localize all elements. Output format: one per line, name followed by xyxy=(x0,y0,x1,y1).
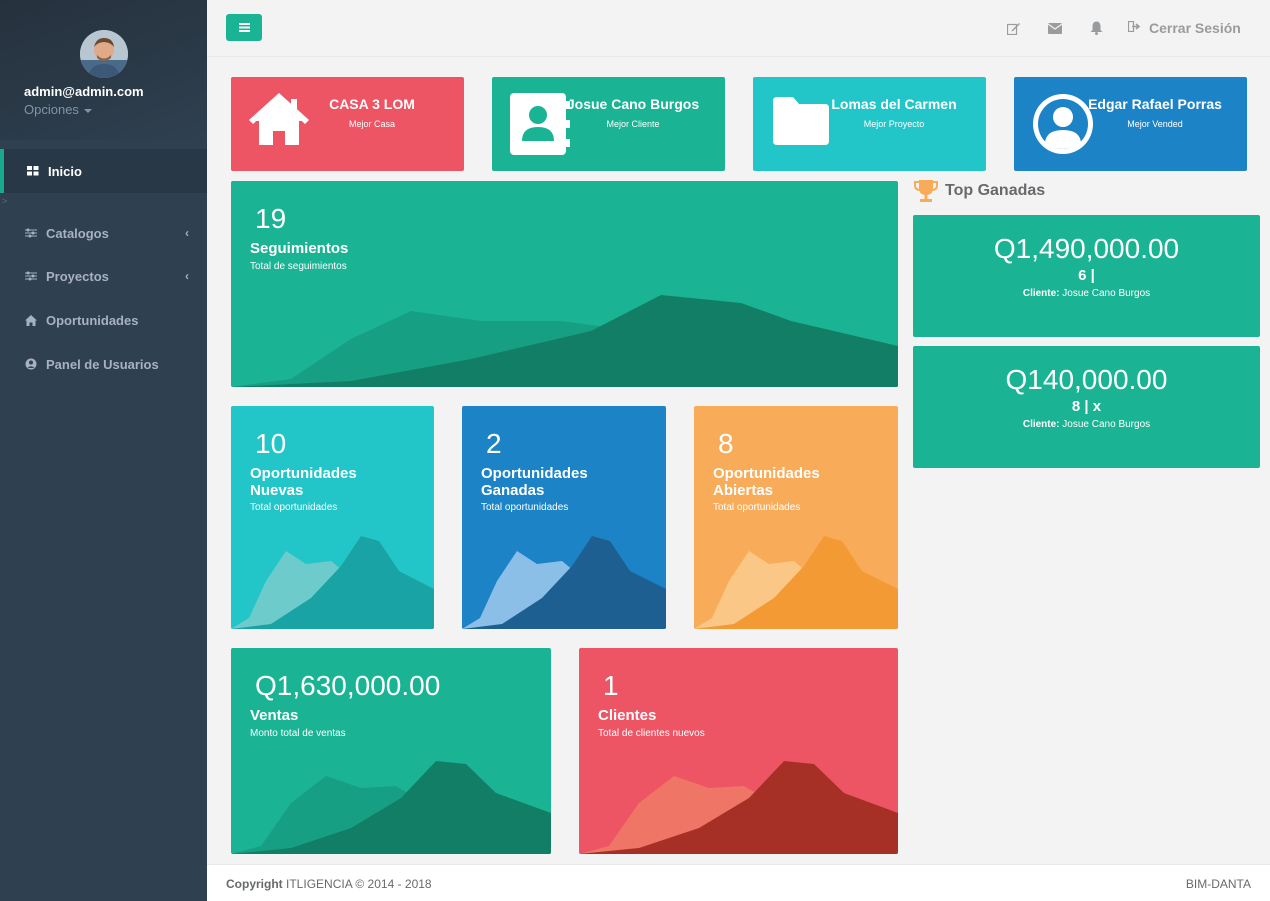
card-mejor-cliente[interactable]: Josue Cano Burgos Mejor Cliente xyxy=(492,77,725,171)
sidebar-item-label: Panel de Usuarios xyxy=(46,356,159,372)
footer-brand: BIM-DANTA xyxy=(1185,877,1251,891)
sidebar-item-catalogos[interactable]: Catalogos ‹ xyxy=(0,211,207,255)
home-icon xyxy=(24,313,38,327)
sidebar-item-label: Proyectos xyxy=(46,268,109,284)
menu-toggle-button[interactable] xyxy=(226,14,262,41)
widget-oportunidades-nuevas[interactable]: 10 Oportunidades Nuevas Total oportunidad… xyxy=(231,406,434,629)
sliders-icon xyxy=(24,269,38,283)
mountain-graphic xyxy=(694,536,898,629)
sidebar: admin@admin.com Opciones Inicio > Catalo… xyxy=(0,0,207,901)
top-ganadas-amount: Q140,000.00 xyxy=(1005,364,1168,395)
card-mejor-casa[interactable]: CASA 3 LOM Mejor Casa xyxy=(231,77,464,171)
copyright-label: Copyright xyxy=(226,877,283,891)
mountain-graphic xyxy=(579,761,898,854)
card-title: CASA 3 LOM xyxy=(329,96,415,112)
widget-clientes[interactable]: 1 Clientes Total de clientes nuevos xyxy=(579,648,898,854)
top-ganadas-client: Cliente: Josue Cano Burgos xyxy=(913,419,1260,430)
chevron-left-icon: ‹ xyxy=(185,269,189,283)
edit-icon[interactable] xyxy=(1006,20,1022,36)
footer-copyright: Copyright ITLIGENCIA © 2014 - 2018 xyxy=(226,877,432,891)
th-large-icon xyxy=(26,164,40,178)
sidebar-item-oportunidades[interactable]: Oportunidades xyxy=(0,298,207,342)
home-icon xyxy=(249,93,309,155)
caret-down-icon xyxy=(83,108,92,113)
profile-options-dropdown[interactable]: Opciones xyxy=(24,102,92,117)
sidebar-item-panel-usuarios[interactable]: Panel de Usuarios xyxy=(0,342,207,386)
folder-icon xyxy=(771,93,831,155)
user-circle-icon xyxy=(24,357,38,371)
card-subtitle: Mejor Cliente xyxy=(606,119,660,129)
top-ganadas-item[interactable]: Q1,490,000.00 6 | Cliente: Josue Cano Bu… xyxy=(913,215,1260,337)
widget-ventas[interactable]: Q1,630,000.00 Ventas Monto total de vent… xyxy=(231,648,551,854)
card-subtitle: Mejor Proyecto xyxy=(863,119,925,129)
widget-oportunidades-abiertas[interactable]: 8 Oportunidades Abiertas Total oportunida… xyxy=(694,406,898,629)
user-circle-icon xyxy=(1032,93,1093,155)
client-label: Cliente: xyxy=(1022,288,1060,299)
bars-icon xyxy=(238,23,250,32)
top-ganadas-client: Cliente: Josue Cano Burgos xyxy=(913,288,1260,299)
card-subtitle: Mejor Vended xyxy=(1127,119,1183,129)
bell-icon[interactable] xyxy=(1088,20,1104,36)
top-ganadas-detail: 8 | x xyxy=(1071,398,1102,415)
sidebar-item-proyectos[interactable]: Proyectos ‹ xyxy=(0,254,207,298)
top-ganadas-heading: Top Ganadas xyxy=(913,178,1045,204)
client-name: Josue Cano Burgos xyxy=(1062,288,1151,299)
sidebar-item-label: Catalogos xyxy=(46,225,109,241)
sliders-icon xyxy=(24,226,38,240)
profile-section: admin@admin.com Opciones xyxy=(0,0,207,140)
logout-link[interactable]: Cerrar Sesión xyxy=(1127,20,1241,36)
profile-email: admin@admin.com xyxy=(24,84,144,99)
logout-label: Cerrar Sesión xyxy=(1149,20,1241,36)
mountain-graphic xyxy=(231,295,898,387)
chevron-left-icon: ‹ xyxy=(185,226,189,240)
mountain-graphic xyxy=(231,761,551,854)
mountain-graphic xyxy=(231,536,434,629)
top-ganadas-item[interactable]: Q140,000.00 8 | x Cliente: Josue Cano Bu… xyxy=(913,346,1260,468)
card-title: Lomas del Carmen xyxy=(831,96,957,112)
widget-seguimientos[interactable]: 19 Seguimientos Total de seguimientos xyxy=(231,181,898,387)
envelope-icon[interactable] xyxy=(1047,20,1063,36)
avatar[interactable] xyxy=(80,30,128,78)
copyright-text: ITLIGENCIA © 2014 - 2018 xyxy=(286,877,432,891)
mountain-graphic xyxy=(462,536,666,629)
trophy-icon xyxy=(913,178,939,204)
card-subtitle: Mejor Casa xyxy=(348,119,395,129)
sidebar-item-label: Oportunidades xyxy=(46,312,139,328)
widget-oportunidades-ganadas[interactable]: 2 Oportunidades Ganadas Total oportunidad… xyxy=(462,406,666,629)
sidebar-item-label: Inicio xyxy=(48,163,82,179)
collapse-marker: > xyxy=(2,196,8,206)
top-ganadas-detail: 6 | xyxy=(1078,267,1095,284)
top-ganadas-title: Top Ganadas xyxy=(945,182,1046,199)
card-mejor-proyecto[interactable]: Lomas del Carmen Mejor Proyecto xyxy=(753,77,986,171)
card-title: Josue Cano Burgos xyxy=(566,96,700,112)
client-name: Josue Cano Burgos xyxy=(1062,419,1151,430)
top-navbar: Cerrar Sesión xyxy=(207,0,1270,57)
top-ganadas-amount: Q1,490,000.00 xyxy=(993,233,1180,264)
sidebar-item-inicio[interactable]: Inicio xyxy=(0,149,207,193)
profile-options-label: Opciones xyxy=(24,102,79,117)
address-book-icon xyxy=(510,93,570,155)
card-mejor-vendedor[interactable]: Edgar Rafael Porras Mejor Vended xyxy=(1014,77,1247,171)
footer: Copyright ITLIGENCIA © 2014 - 2018 BIM-D… xyxy=(207,864,1270,901)
card-title: Edgar Rafael Porras xyxy=(1088,96,1222,112)
client-label: Cliente: xyxy=(1022,419,1060,430)
sign-out-icon xyxy=(1127,20,1141,35)
